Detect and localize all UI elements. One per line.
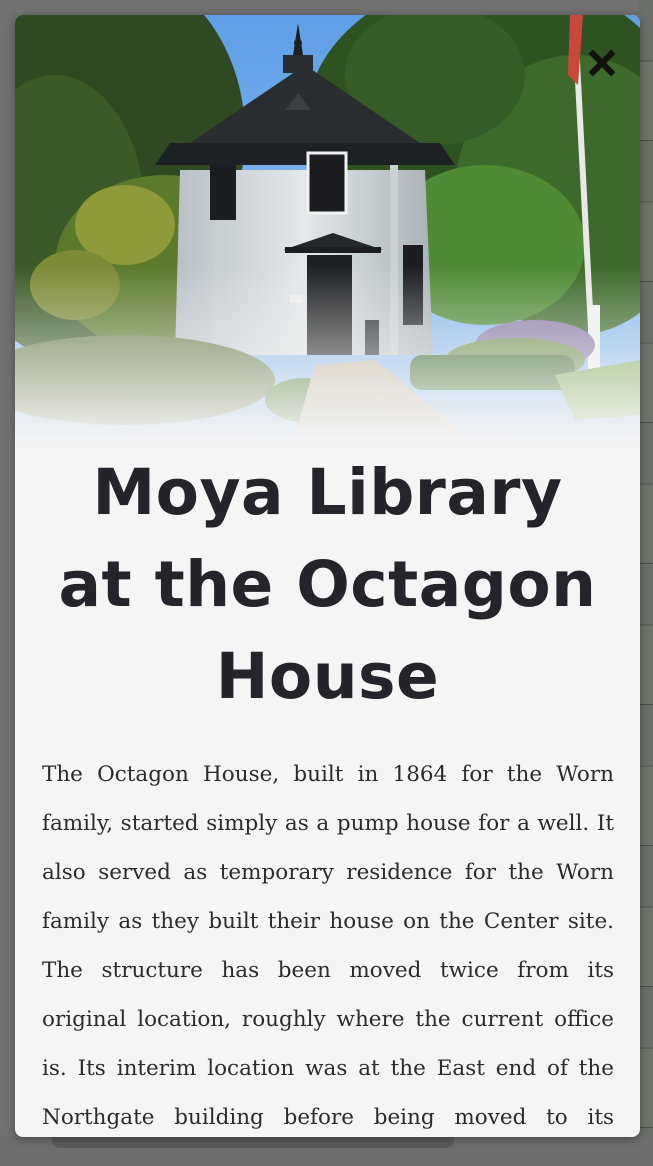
hero-image [15,15,640,445]
page-title: Moya Library at the Octagon House [58,456,597,713]
map-edge [639,0,653,1166]
info-modal: Moya Library at the Octagon House The Oc… [15,15,640,1137]
close-icon [584,45,620,81]
backdrop-bottom-bar [52,1136,454,1148]
description-text: The Octagon House, built in 1864 for the… [42,762,614,1130]
close-button[interactable] [584,45,620,81]
octagon-house-photo [15,15,640,445]
